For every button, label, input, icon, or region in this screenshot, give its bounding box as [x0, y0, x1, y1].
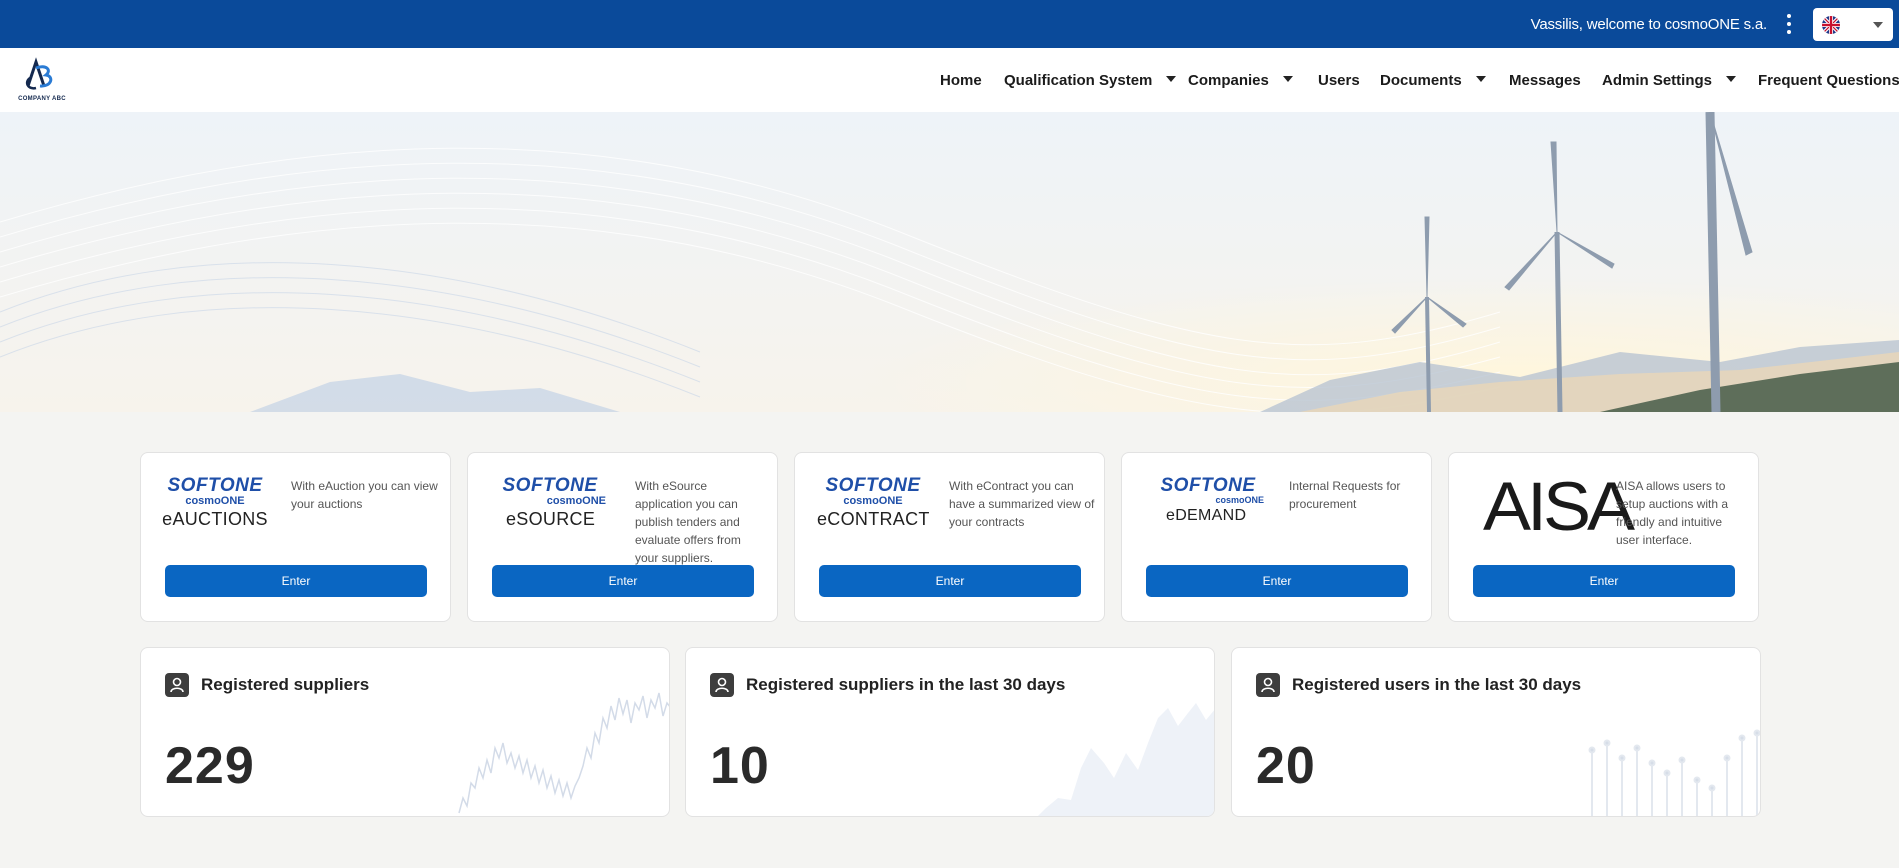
app-description: With eAuction you can view your auctions [291, 479, 438, 511]
nav-label: Users [1318, 72, 1360, 89]
enter-button[interactable]: Enter [1473, 565, 1735, 597]
nav-qualification-system[interactable]: Qualification System [1004, 72, 1177, 89]
user-badge-icon [165, 673, 189, 697]
company-logo[interactable]: COMPANY ABC [6, 56, 66, 104]
nav-label: Home [940, 72, 982, 89]
app-card-edemand: SOFTONE cosmoONE eDEMAND Internal Reques… [1121, 452, 1432, 622]
user-badge-icon [710, 673, 734, 697]
wind-turbine-landscape-image [0, 112, 1899, 412]
nav-label: Documents [1380, 72, 1462, 89]
chevron-down-icon [1475, 76, 1486, 83]
aisa-logo: AISA [1483, 469, 1635, 545]
language-selector[interactable] [1813, 8, 1893, 41]
stat-title: Registered users in the last 30 days [1292, 675, 1582, 694]
stat-title: Registered suppliers in the last 30 days [746, 675, 1066, 694]
brand-name: SOFTONE [167, 475, 263, 496]
nav-label: Messages [1509, 72, 1581, 89]
app-card-econtract: SOFTONE cosmoONE eCONTRACT With eContrac… [794, 452, 1105, 622]
enter-button[interactable]: Enter [819, 565, 1081, 597]
nav-label: Frequent Questions [1758, 72, 1899, 89]
brand-name: SOFTONE [1160, 475, 1256, 496]
stat-value: 20 [1256, 737, 1316, 795]
top-bar: Vassilis, welcome to cosmoONE s.a. [0, 0, 1899, 48]
app-card-esource: SOFTONE cosmoONE eSOURCE With eSource ap… [467, 452, 778, 622]
app-description: AISA allows users to setup auctions with… [1616, 479, 1729, 547]
brand-name: SOFTONE [825, 475, 921, 496]
main-navigation: COMPANY ABC Home Qualification System Co… [0, 48, 1899, 112]
uk-flag-icon [1822, 16, 1840, 34]
hero-banner [0, 112, 1899, 412]
nav-label: Companies [1188, 72, 1269, 89]
softone-logo: SOFTONE cosmoONE eCONTRACT [817, 475, 929, 530]
product-name: eDEMAND [1166, 507, 1247, 524]
enter-button[interactable]: Enter [492, 565, 754, 597]
enter-button[interactable]: Enter [165, 565, 427, 597]
nav-label: Admin Settings [1602, 72, 1713, 89]
nav-admin-settings[interactable]: Admin Settings [1602, 72, 1737, 89]
stat-value: 229 [165, 737, 255, 795]
stat-title: Registered suppliers [201, 675, 370, 694]
chevron-down-icon [1282, 76, 1293, 83]
app-description: With eSource application you can publish… [635, 479, 741, 565]
app-description: With eContract you can have a summarized… [949, 479, 1095, 529]
brand-name: SOFTONE [502, 475, 598, 496]
stat-card-users-30-days: Registered users in the last 30 days 20 [1231, 647, 1761, 817]
chevron-down-icon [1873, 22, 1883, 28]
nav-documents[interactable]: Documents [1380, 72, 1486, 89]
nav-home[interactable]: Home [940, 72, 982, 89]
nav-companies[interactable]: Companies [1188, 72, 1293, 89]
chevron-down-icon [1726, 76, 1737, 83]
stat-card-registered-suppliers: Registered suppliers 229 [140, 647, 670, 817]
chevron-down-icon [1166, 76, 1177, 83]
product-name: eCONTRACT [817, 509, 930, 529]
app-card-eauctions: SOFTONE cosmoONE eAUCTIONS With eAuction… [140, 452, 451, 622]
logo-text: COMPANY ABC [18, 96, 66, 102]
product-name: eSOURCE [506, 509, 596, 529]
nav-label: Qualification System [1004, 72, 1153, 89]
user-badge-icon [1256, 673, 1280, 697]
app-card-aisa: AISA AISA allows users to setup auctions… [1448, 452, 1759, 622]
welcome-text: Vassilis, welcome to cosmoONE s.a. [1530, 16, 1768, 33]
nav-messages[interactable]: Messages [1509, 72, 1581, 89]
softone-logo: SOFTONE cosmoONE eAUCTIONS [159, 475, 271, 530]
product-name: eAUCTIONS [162, 509, 268, 529]
nav-users[interactable]: Users [1318, 72, 1360, 89]
more-vert-icon[interactable] [1784, 14, 1794, 34]
enter-button[interactable]: Enter [1146, 565, 1408, 597]
softone-logo: SOFTONE cosmoONE eDEMAND [1152, 475, 1265, 525]
softone-logo: SOFTONE cosmoONE eSOURCE [494, 475, 607, 530]
stat-card-suppliers-30-days: Registered suppliers in the last 30 days… [685, 647, 1215, 817]
stat-value: 10 [710, 737, 770, 795]
nav-frequent-questions[interactable]: Frequent Questions [1758, 72, 1899, 89]
app-description: Internal Requests for procurement [1289, 479, 1401, 511]
